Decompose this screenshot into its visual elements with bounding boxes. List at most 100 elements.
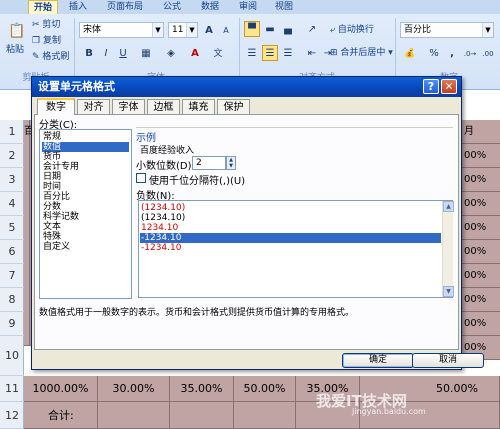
tab-page-layout[interactable]: 页面布局 <box>100 0 150 14</box>
cell[interactable]: 00% <box>460 216 500 240</box>
format-cells-dialog[interactable]: 设置单元格格式 ? ✕ 数字 对齐 字体 边框 填充 保护 分类(C): 常规 … <box>31 76 484 370</box>
align-right-icon[interactable]: ☰ <box>280 45 296 61</box>
list-item[interactable]: 日期 <box>42 172 129 182</box>
paste-icon[interactable]: 📋 <box>7 22 25 42</box>
shrink-font-button[interactable]: A <box>218 22 234 38</box>
row-number[interactable]: 1 <box>0 120 24 144</box>
list-item[interactable]: (1234.10) <box>140 213 441 223</box>
scroll-up-icon[interactable]: ▲ <box>443 201 454 212</box>
spin-down-icon[interactable]: ▼ <box>229 163 233 169</box>
number-format-select[interactable]: 百分比 ▼ <box>400 22 494 38</box>
tab-home[interactable]: 开始 <box>28 0 58 14</box>
row-number[interactable]: 6 <box>0 240 24 264</box>
help-button[interactable]: ? <box>423 79 439 94</box>
row-number[interactable]: 9 <box>0 312 24 336</box>
list-item[interactable]: 数值 <box>42 142 129 152</box>
font-color-button[interactable]: A <box>187 45 203 61</box>
negative-numbers-list[interactable]: (1234.10) (1234.10) 1234.10 -1234.10 -12… <box>138 200 454 298</box>
total-label-cell[interactable]: 合计: <box>24 402 98 428</box>
thousands-separator-checkbox[interactable] <box>136 173 146 183</box>
grow-font-button[interactable]: A <box>201 22 217 38</box>
list-item[interactable]: 文本 <box>42 222 129 232</box>
orientation-icon[interactable]: ↗ <box>304 21 320 37</box>
list-item[interactable]: 分数 <box>42 202 129 212</box>
fill-color-icon[interactable]: ◈ <box>163 45 179 61</box>
table-row[interactable]: 1000.00% 30.00% 35.00% 50.00% 35.00% 50.… <box>24 376 500 402</box>
font-size-select[interactable]: 11 ▼ <box>168 22 198 38</box>
ok-button[interactable]: 确定 <box>342 353 414 368</box>
format-painter-button[interactable]: ✎ 格式刷 <box>32 49 69 65</box>
close-button[interactable]: ✕ <box>441 79 457 94</box>
cell[interactable] <box>234 402 296 428</box>
table-row[interactable]: 合计: <box>24 402 500 429</box>
cell[interactable]: 1000.00% <box>24 376 98 401</box>
align-bottom-icon[interactable]: ▄ <box>280 21 296 37</box>
cell[interactable] <box>98 402 170 428</box>
list-item[interactable]: 时间 <box>42 182 129 192</box>
cancel-button[interactable]: 取消 <box>412 353 484 368</box>
decimal-places-input[interactable]: 2 <box>192 156 226 170</box>
list-item[interactable]: -1234.10 <box>140 243 441 253</box>
list-item[interactable]: 会计专用 <box>42 162 129 172</box>
borders-icon[interactable]: ▦ <box>138 45 154 61</box>
tab-number[interactable]: 数字 <box>37 98 75 115</box>
tab-data[interactable]: 数据 <box>196 0 224 14</box>
tab-insert[interactable]: 插入 <box>64 0 92 14</box>
list-item[interactable]: (1234.10) <box>140 203 441 213</box>
tab-fill[interactable]: 填充 <box>182 99 215 114</box>
cell[interactable]: 00% <box>460 192 500 216</box>
scrollbar[interactable]: ▲ ▼ <box>442 201 454 297</box>
cell[interactable]: 00% <box>460 288 500 312</box>
tab-view[interactable]: 视图 <box>270 0 298 14</box>
align-middle-icon[interactable]: ▬ <box>262 21 278 37</box>
tab-review[interactable]: 审阅 <box>234 0 262 14</box>
tab-font[interactable]: 字体 <box>112 99 145 114</box>
cell[interactable]: 00% <box>460 264 500 288</box>
align-top-icon[interactable]: ▀ <box>244 21 260 37</box>
cell[interactable]: 00% <box>460 144 500 168</box>
list-item[interactable]: 自定义 <box>42 242 129 252</box>
cell[interactable]: 00% <box>460 312 500 336</box>
increase-decimal-icon[interactable]: .0→ <box>462 45 478 61</box>
cell[interactable]: 30.00% <box>98 376 170 401</box>
align-left-icon[interactable]: ☰ <box>244 45 260 61</box>
cell[interactable]: 35.00% <box>170 376 234 401</box>
row-number[interactable]: 10 <box>0 336 24 376</box>
dialog-title-bar[interactable]: 设置单元格格式 ? ✕ <box>32 77 461 97</box>
decimal-spinner[interactable]: ▲ ▼ <box>226 156 236 170</box>
header-cell[interactable]: 百 <box>24 120 34 345</box>
percent-button[interactable]: % <box>426 45 442 61</box>
font-name-select[interactable]: 宋体 ▼ <box>79 22 164 38</box>
tab-protection[interactable]: 保护 <box>217 99 250 114</box>
list-item[interactable]: -1234.10 <box>140 233 441 243</box>
list-item[interactable]: 科学记数 <box>42 212 129 222</box>
decrease-indent-icon[interactable]: ⇤ <box>304 45 320 61</box>
list-item[interactable]: 常规 <box>42 132 129 142</box>
row-number[interactable]: 2 <box>0 144 24 168</box>
cut-button[interactable]: ✂ 剪切 <box>32 17 60 33</box>
list-item[interactable]: 百分比 <box>42 192 129 202</box>
cell[interactable] <box>170 402 234 428</box>
italic-button[interactable]: I <box>98 45 114 61</box>
right-column[interactable]: 月 00% 00% 00% 00% 00% 00% 00% 00% 00% <box>460 110 500 420</box>
list-item[interactable]: 特殊 <box>42 232 129 242</box>
row-number[interactable]: 11 <box>0 376 24 402</box>
row-number[interactable]: 5 <box>0 216 24 240</box>
row-number[interactable]: 12 <box>0 402 24 429</box>
cell[interactable]: 00% <box>460 240 500 264</box>
row-number[interactable]: 3 <box>0 168 24 192</box>
tab-border[interactable]: 边框 <box>147 99 180 114</box>
row-number[interactable]: 4 <box>0 192 24 216</box>
cell[interactable]: 00% <box>460 168 500 192</box>
row-number[interactable]: 8 <box>0 288 24 312</box>
category-list[interactable]: 常规 数值 货币 会计专用 日期 时间 百分比 分数 科学记数 文本 特殊 自定… <box>39 129 132 299</box>
row-number[interactable]: 7 <box>0 264 24 288</box>
currency-icon[interactable]: 💰 <box>402 45 418 61</box>
list-item[interactable]: 1234.10 <box>140 223 441 233</box>
header-cell[interactable]: 月 <box>460 120 500 144</box>
paste-button[interactable]: 粘贴 <box>6 42 24 58</box>
bold-button[interactable]: B <box>81 45 97 61</box>
align-center-icon[interactable]: ☰ <box>262 45 278 61</box>
tab-alignment[interactable]: 对齐 <box>77 99 110 114</box>
merge-center-button[interactable]: ⊞ 合并后居中 ▾ <box>330 45 393 61</box>
